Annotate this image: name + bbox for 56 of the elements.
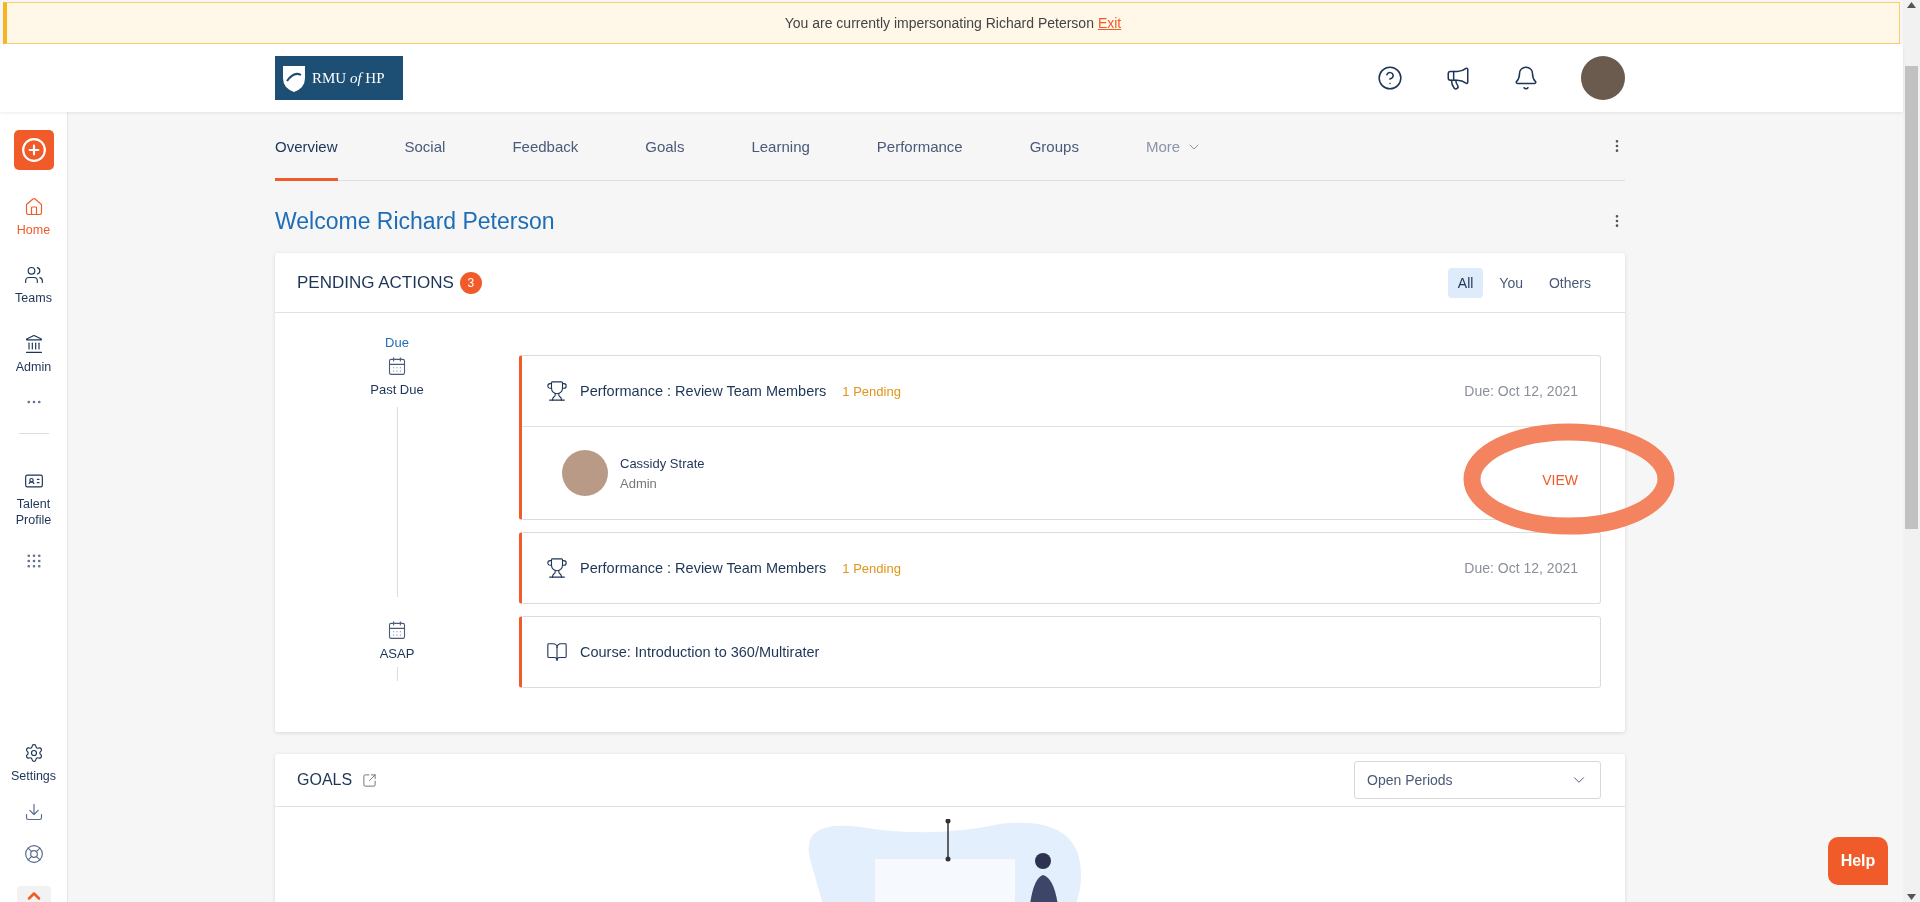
sidebar-nav-item[interactable]: Talent Profile [3,470,64,529]
card-title: PENDING ACTIONS [297,272,454,293]
person-avatar [562,450,608,496]
period-select[interactable]: Open Periods [1354,761,1601,799]
person-name: Cassidy Strate [620,455,705,471]
megaphone-icon[interactable] [1445,65,1471,91]
external-link-icon[interactable] [362,772,378,788]
bell-icon[interactable] [1513,65,1539,91]
trophy-icon [546,557,568,579]
people-icon [23,265,44,286]
timeline-label: ASAP [379,646,415,661]
nav-tab[interactable]: Overview [275,112,338,181]
filter-tab[interactable]: Others [1539,267,1601,298]
timeline-label: Past Due [370,382,424,397]
settings-icon [23,742,44,763]
scroll-up-button[interactable] [16,886,51,902]
trophy-icon [546,380,568,402]
person-role: Admin [620,475,658,491]
sidebar-nav-item[interactable]: Teams [3,265,64,307]
action-title[interactable]: Performance : Review Team Members [580,383,827,399]
sidebar-nav-item[interactable]: Settings [3,742,64,784]
filter-tab[interactable]: All [1447,267,1484,298]
due-date: Due: Oct 12, 2021 [1464,383,1578,399]
card-title: GOALS [297,771,353,789]
nav-tab[interactable]: Performance [876,112,963,181]
help-icon[interactable] [1377,65,1403,91]
count-badge: 3 [459,271,482,294]
nav-tab[interactable]: Feedback [512,112,579,181]
due-caption: Due [385,335,409,350]
welcome-heading: Welcome Richard Peterson [275,207,555,235]
nav-tab[interactable]: Groups [1029,112,1079,181]
scrollbar[interactable] [1903,0,1920,902]
calendar-icon [387,620,407,640]
add-button[interactable] [13,130,54,170]
nav-tab[interactable]: Goals [645,112,685,181]
home-icon [23,197,44,217]
nav-tab[interactable]: Social [404,112,446,181]
filter-tab[interactable]: You [1489,267,1533,298]
scroll-down-icon[interactable] [1907,894,1916,900]
banner-text: You are currently impersonating Richard Peterson [784,15,1094,31]
nav-tab[interactable]: Learning [751,112,810,181]
pending-count: 1 Pending [842,383,901,399]
pending-count: 1 Pending [842,560,901,576]
lifebuoy-icon[interactable] [23,844,44,864]
plus-icon [20,137,47,163]
scroll-up-icon[interactable] [1907,2,1916,8]
action-title[interactable]: Course: Introduction to 360/Multirater [580,644,820,660]
user-avatar[interactable] [1581,56,1625,100]
bank-icon [23,333,44,354]
due-date: Due: Oct 12, 2021 [1464,560,1578,576]
apps-grid-icon[interactable] [24,552,43,571]
sidebar-nav-item[interactable]: Admin [3,333,64,375]
book-icon [546,641,568,663]
download-icon[interactable] [23,802,44,822]
action-title[interactable]: Performance : Review Team Members [580,560,827,576]
calendar-icon [387,356,407,376]
